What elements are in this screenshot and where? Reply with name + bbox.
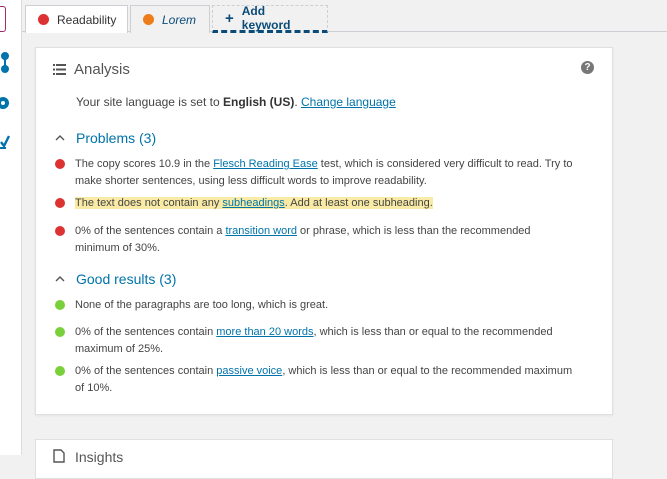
good-bullet [55,327,65,337]
good-item: None of the paragraphs are too long, whi… [55,297,575,314]
subheadings-link[interactable]: subheadings [222,197,284,209]
tab-keyword-lorem[interactable]: Lorem [130,5,210,33]
chevron-up-icon [55,276,65,282]
left-rail [0,0,22,455]
transition-word-link[interactable]: transition word [225,225,297,237]
list-icon [53,64,66,75]
bad-status-dot [38,14,49,25]
plus-icon: + [225,9,234,27]
tab-label: Add keyword [241,4,291,32]
insights-card[interactable]: Insights [35,439,613,479]
ok-status-dot [143,14,154,25]
checklist-icon[interactable] [0,133,12,151]
passive-voice-link[interactable]: passive voice [216,365,282,377]
change-language-link[interactable]: Change language [301,95,396,109]
analysis-header[interactable]: Analysis [53,61,130,78]
problems-section-toggle[interactable]: Problems (3) [55,130,156,146]
analysis-title: Analysis [74,61,130,78]
problems-title: Problems (3) [76,130,157,146]
document-icon [53,449,65,463]
insights-title: Insights [75,449,124,465]
good-bullet [55,300,65,310]
item-text: The copy scores 10.9 in the [75,158,214,170]
gear-icon[interactable] [0,94,12,112]
good-item: 0% of the sentences contain passive voic… [55,363,575,397]
item-text: The text does not contain any [75,197,223,209]
flesch-link[interactable]: Flesch Reading Ease [213,158,318,170]
language-value: English (US) [223,95,295,109]
item-text: 0% of the sentences contain [75,365,217,377]
tab-bar: Readability Lorem + Add keyword [22,0,667,33]
item-text: None of the paragraphs are too long, whi… [75,299,329,311]
sentence-length-link[interactable]: more than 20 words [216,326,313,338]
analysis-card: Analysis ? Your site language is set to … [35,47,613,415]
bad-bullet [55,226,65,236]
highlighted-text: The text does not contain any subheading… [75,197,433,209]
good-item: 0% of the sentences contain more than 20… [55,324,575,358]
share-icon[interactable] [0,50,12,73]
tab-readability[interactable]: Readability [25,5,128,33]
tab-label: Readability [57,12,117,27]
rail-selected-item[interactable] [0,6,6,32]
add-keyword-button[interactable]: + Add keyword [212,4,328,33]
bad-bullet [55,159,65,169]
help-icon[interactable]: ? [581,61,594,74]
item-text: . Add at least one subheading. [284,197,433,209]
item-text: 0% of the sentences contain [75,326,217,338]
item-text: 0% of the sentences contain a [75,225,226,237]
problem-item: The text does not contain any subheading… [55,195,575,212]
good-results-section-toggle[interactable]: Good results (3) [55,271,176,287]
language-suffix: . [294,95,302,109]
site-language-line: Your site language is set to English (US… [76,95,396,109]
chevron-up-icon [55,135,65,141]
good-bullet [55,366,65,376]
problem-item: The copy scores 10.9 in the Flesch Readi… [55,156,575,190]
problem-item: 0% of the sentences contain a transition… [55,223,575,257]
language-prefix: Your site language is set to [76,95,223,109]
good-results-title: Good results (3) [76,271,177,287]
tab-label: Lorem [162,12,197,27]
bad-bullet [55,198,65,208]
